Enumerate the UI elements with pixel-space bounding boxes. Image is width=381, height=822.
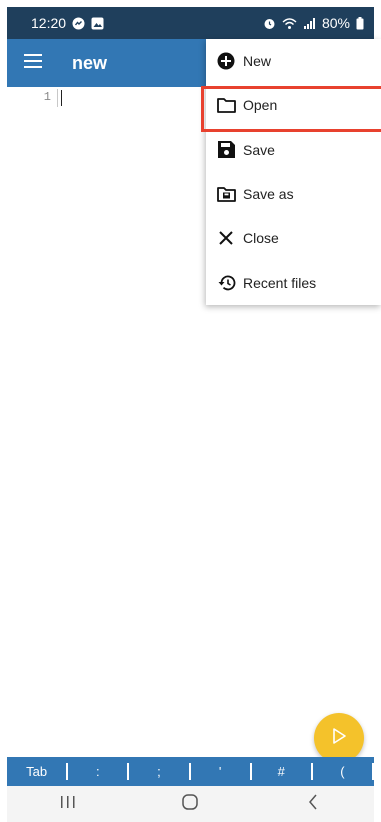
battery-icon <box>356 16 364 30</box>
back-button[interactable] <box>283 786 343 822</box>
key-apostrophe[interactable]: ' <box>191 764 250 779</box>
key-semicolon[interactable]: ; <box>129 764 188 779</box>
key-tab[interactable]: Tab <box>7 764 66 779</box>
gallery-icon <box>91 17 104 30</box>
status-time: 12:20 <box>31 15 67 31</box>
close-icon <box>216 228 236 248</box>
menu-item-label: Recent files <box>243 274 317 291</box>
file-menu: New Open Save Save as Close Recent files <box>201 39 381 305</box>
play-icon <box>332 727 346 749</box>
battery-percent: 80% <box>321 15 350 31</box>
save-as-folder-icon <box>216 184 236 204</box>
menu-item-label: Open <box>243 97 278 114</box>
menu-item-new[interactable]: New <box>206 39 381 83</box>
key-paren[interactable]: ( <box>313 764 372 779</box>
menu-item-close[interactable]: Close <box>206 216 381 260</box>
menu-item-label: Save <box>243 141 275 158</box>
back-icon <box>308 794 318 815</box>
document-title: new <box>72 52 108 73</box>
system-nav-bar <box>7 786 374 822</box>
floppy-icon <box>216 140 236 160</box>
hamburger-icon <box>24 53 42 73</box>
recent-apps-icon <box>60 795 76 814</box>
menu-item-save[interactable]: Save <box>206 128 381 172</box>
plus-circle-icon <box>216 51 236 71</box>
menu-item-label: Close <box>243 230 279 247</box>
home-icon <box>182 793 199 815</box>
home-button[interactable] <box>160 786 220 822</box>
history-icon <box>216 273 236 293</box>
line-number: 1 <box>43 90 51 104</box>
extra-keys-bar: Tab : ; ' # ( <box>7 757 375 786</box>
menu-item-recent-files[interactable]: Recent files <box>206 260 381 304</box>
status-left: 12:20 <box>31 15 104 31</box>
run-button[interactable] <box>314 713 364 763</box>
status-right: 80% <box>263 15 364 31</box>
status-bar: 12:20 80% <box>7 7 374 39</box>
signal-icon <box>303 17 316 30</box>
key-separator <box>372 763 375 780</box>
menu-button[interactable] <box>7 39 59 87</box>
key-colon[interactable]: : <box>68 764 127 779</box>
folder-icon <box>216 95 236 115</box>
menu-item-save-as[interactable]: Save as <box>206 172 381 216</box>
gutter-divider <box>57 89 58 107</box>
menu-item-label: Save as <box>243 186 294 203</box>
menu-item-label: New <box>243 53 272 70</box>
recent-apps-button[interactable] <box>38 786 98 822</box>
text-cursor <box>61 90 62 106</box>
messenger-icon <box>72 17 85 30</box>
alarm-icon <box>263 17 276 30</box>
menu-item-open[interactable]: Open <box>201 83 381 133</box>
key-hash[interactable]: # <box>252 764 311 779</box>
wifi-icon <box>282 17 297 30</box>
